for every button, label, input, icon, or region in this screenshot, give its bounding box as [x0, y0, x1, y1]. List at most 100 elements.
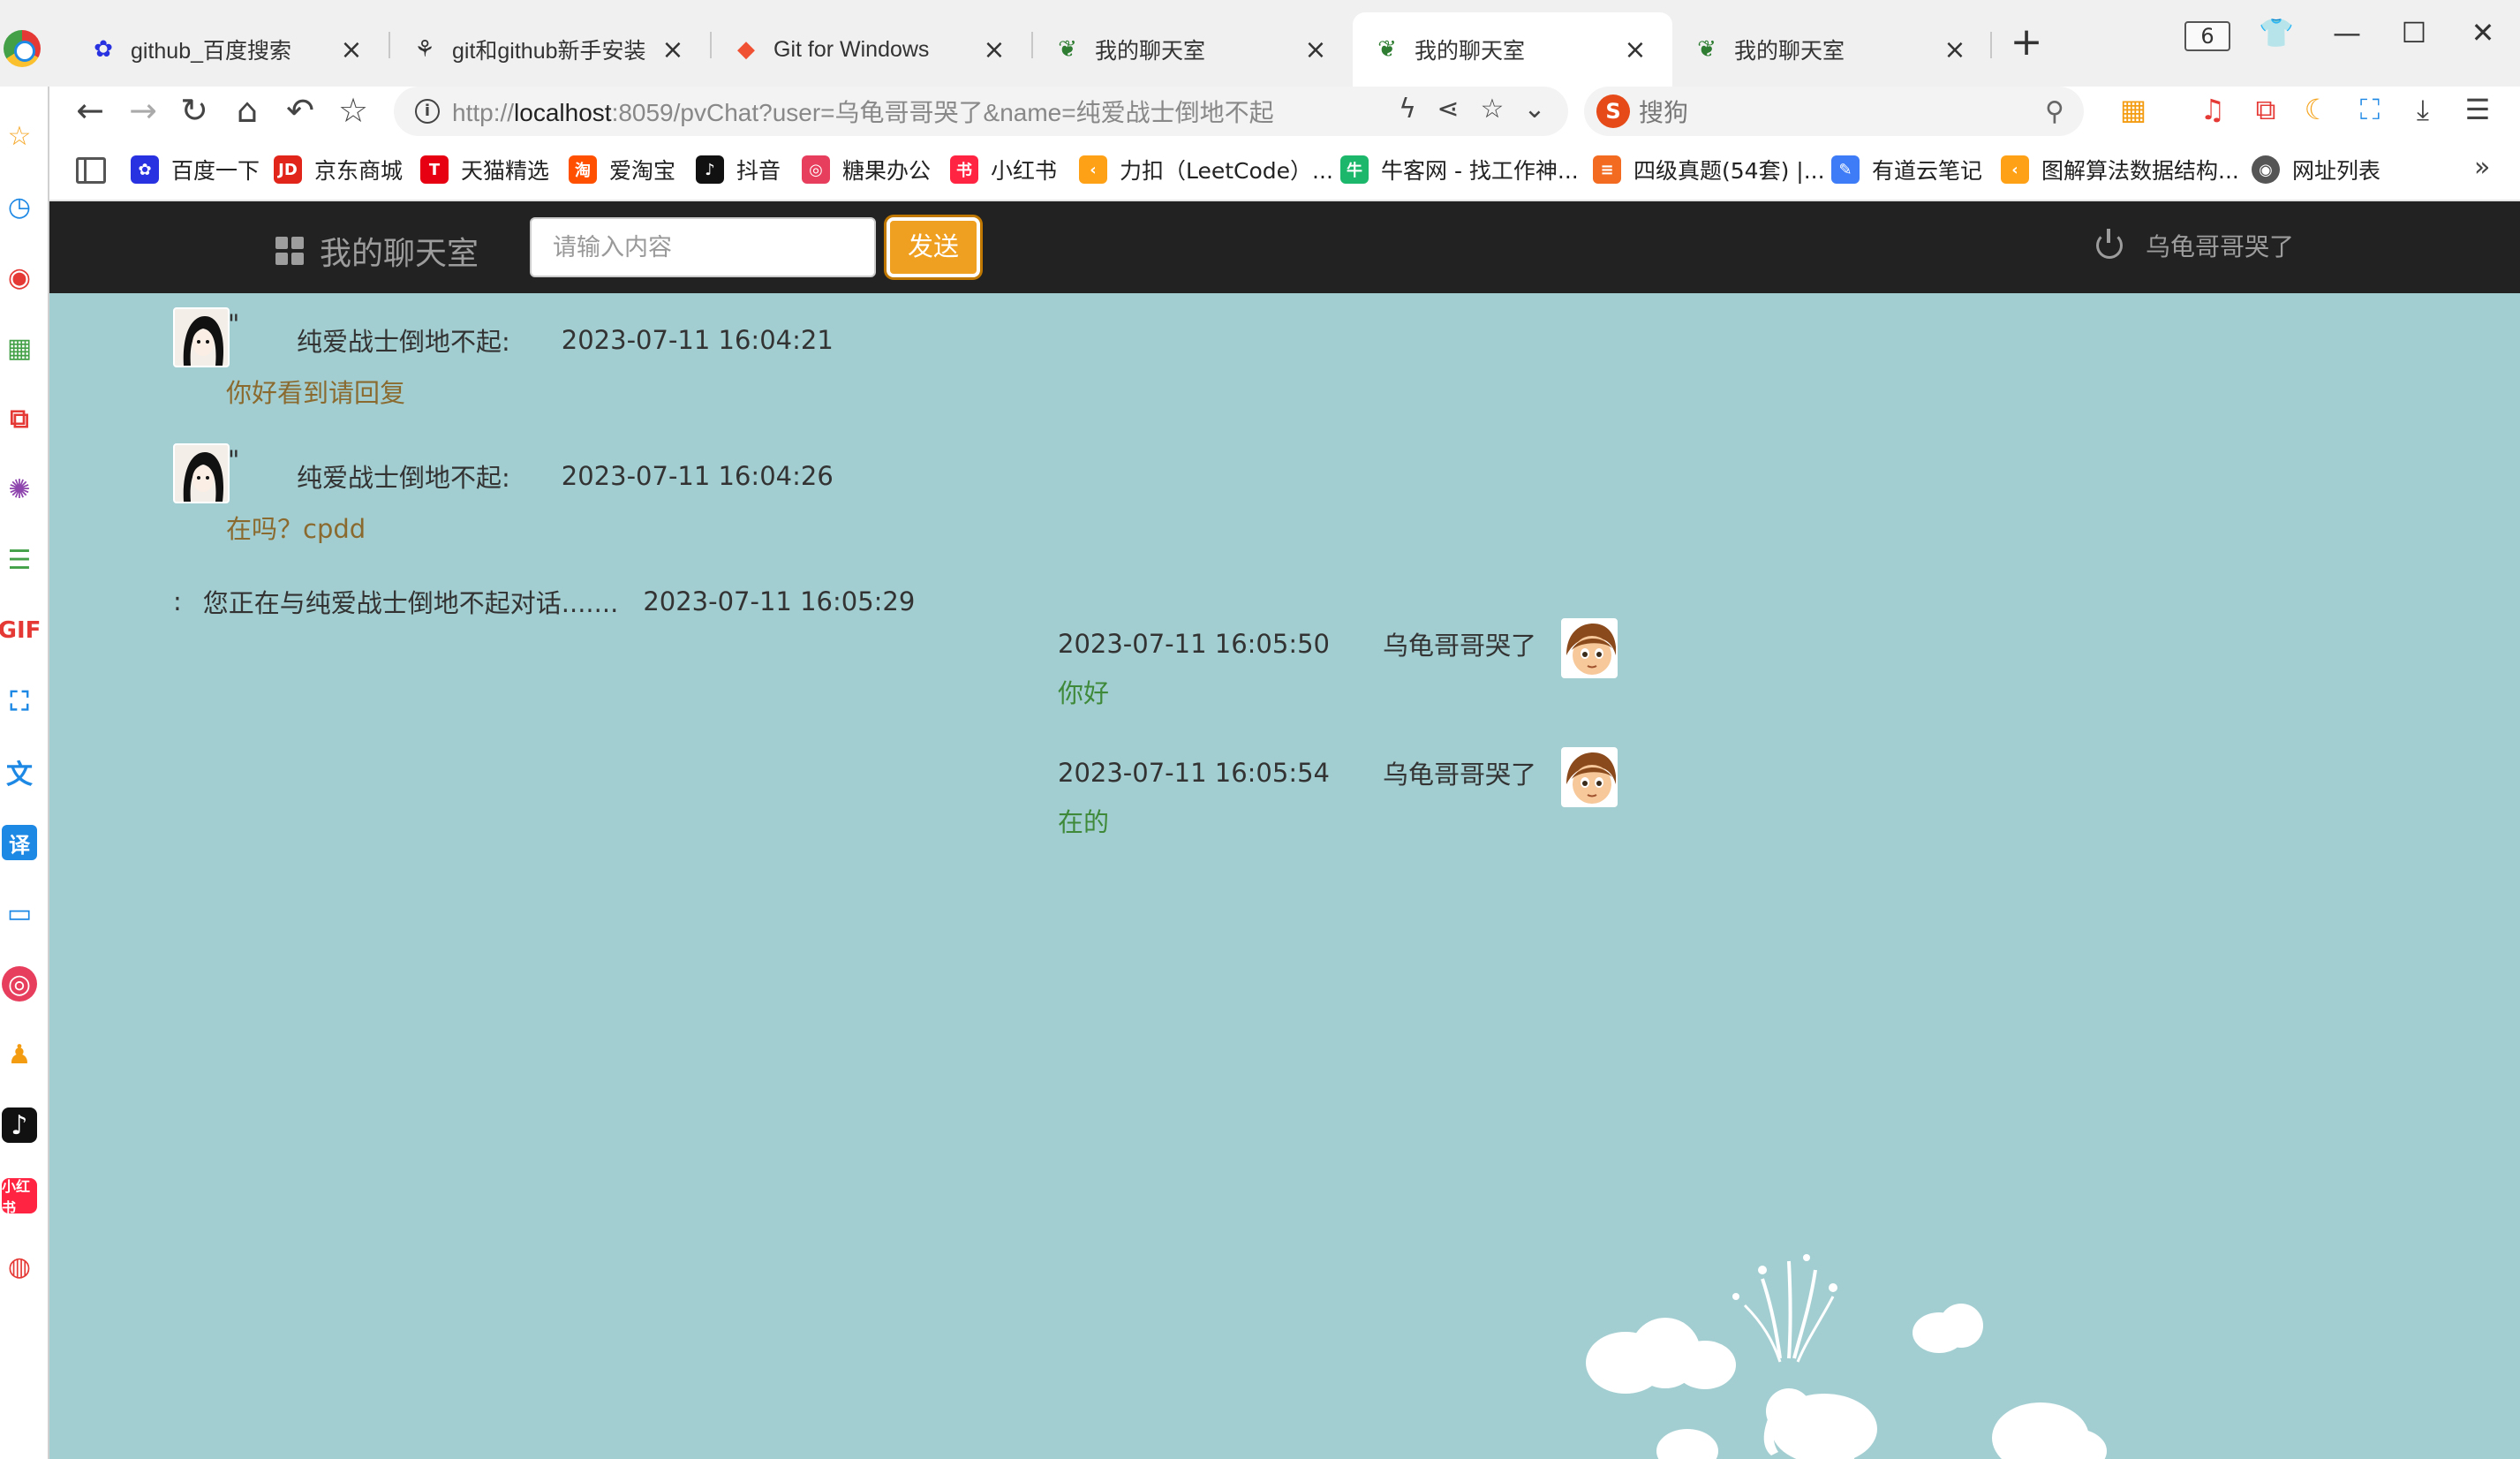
music-icon[interactable]: ♫ [2195, 92, 2230, 127]
monitor-icon[interactable]: ▭ [2, 896, 37, 931]
message-time: 2023-07-11 16:04:21 [561, 325, 834, 355]
douyin-icon[interactable]: ♪ [2, 1107, 37, 1143]
chevron-down-icon[interactable]: ⌄ [1519, 94, 1550, 125]
tab-github-baidu[interactable]: ✿ github_百度搜索 × [69, 12, 389, 87]
reload-button[interactable]: ↻ [175, 90, 214, 131]
skin-shirt-icon[interactable]: 👕 [2259, 16, 2294, 49]
forward-button[interactable]: → [124, 90, 162, 131]
youdao-note-icon: ✎ [1831, 155, 1860, 184]
bookmark-label: 糖果办公 [842, 158, 932, 184]
pdf-icon[interactable]: ⧉ [2, 401, 37, 436]
bookmark-tangguo[interactable]: ◎ 糖果办公 [802, 154, 931, 185]
xiaohongshu-icon[interactable]: 小红书 [2, 1178, 37, 1216]
message-header: " [228, 445, 239, 475]
close-window-button[interactable]: ✕ [2465, 16, 2501, 49]
share-icon[interactable]: ⋖ [1432, 94, 1464, 125]
bookmark-label: 小红书 [991, 158, 1058, 184]
close-icon[interactable]: × [1619, 34, 1651, 65]
send-button[interactable]: 发送 [887, 217, 980, 277]
crop-icon[interactable]: ⛶ [2, 684, 37, 719]
bug-icon[interactable]: ✺ [2, 472, 37, 507]
browser-logo-icon[interactable] [4, 30, 41, 67]
quote-mark: " [228, 309, 240, 339]
tab-chat-2-active[interactable]: ❦ 我的聊天室 × [1353, 12, 1672, 87]
pdf-icon[interactable]: ⧉ [2248, 92, 2283, 127]
current-user-name: 乌龟哥哥哭了 [2146, 232, 2295, 261]
sogou-logo-icon: S [1596, 94, 1630, 128]
bookmarks-bar: ✿ 百度一下 JD 京东商城 T 天猫精选 淘 爱淘宝 ♪ 抖音 ◎ 糖果办公 … [0, 141, 2520, 201]
bookmark-nowcoder[interactable]: 牛 牛客网 - 找工作神... [1340, 154, 1579, 185]
bookmark-baidu[interactable]: ✿ 百度一下 [131, 154, 260, 185]
bookmark-label: 四级真题(54套) |... [1633, 158, 1825, 184]
qrcode-icon[interactable]: ▦ [2, 330, 37, 366]
bookmark-leetcode[interactable]: ‹ 力扣（LeetCode）... [1079, 154, 1333, 185]
sidebar-toggle-icon[interactable] [76, 157, 106, 184]
crop-icon[interactable]: ⛶ [2352, 92, 2388, 127]
new-tab-button[interactable]: + [2009, 23, 2044, 62]
bookmark-youdao[interactable]: ✎ 有道云笔记 [1831, 154, 1982, 185]
game-icon[interactable]: ♟ [2, 1037, 37, 1072]
favorite-star-icon[interactable]: ☆ [1476, 94, 1508, 125]
url-path: :8059/pvChat?user=乌龟哥哥哭了&name=纯爱战士倒地不起 [611, 99, 1274, 126]
close-icon[interactable]: × [657, 34, 689, 65]
history-clock-icon[interactable]: ◷ [2, 189, 37, 224]
bookmark-cet4[interactable]: ≡ 四级真题(54套) |... [1593, 154, 1825, 185]
search-icon[interactable]: ⚲ [2045, 96, 2064, 127]
site-info-icon[interactable]: i [415, 99, 440, 124]
tab-git-for-windows[interactable]: ◆ Git for Windows × [712, 12, 1031, 87]
system-notice: : 您正在与纯爱战士倒地不起对话....... 2023-07-11 16:05… [173, 583, 915, 620]
url-text[interactable]: http://localhost:8059/pvChat?user=乌龟哥哥哭了… [452, 94, 1274, 129]
undo-close-button[interactable]: ↶ [281, 90, 320, 131]
bookmark-label: 抖音 [736, 158, 781, 184]
minimize-button[interactable]: — [2329, 16, 2365, 49]
download-icon[interactable]: ⤓ [2405, 92, 2441, 127]
tab-chat-1[interactable]: ❦ 我的聊天室 × [1033, 12, 1353, 87]
bookmark-url-list[interactable]: ◉ 网址列表 [2252, 154, 2380, 185]
power-icon [2096, 229, 2123, 259]
bookmark-tmall[interactable]: T 天猫精选 [420, 154, 549, 185]
close-icon[interactable]: × [336, 34, 367, 65]
notice-text: 您正在与纯爱战士倒地不起对话....... [202, 588, 619, 618]
document-icon: ≡ [1593, 155, 1621, 184]
translate-text-icon[interactable]: 文 [2, 754, 37, 790]
brand[interactable]: 我的聊天室 [275, 228, 479, 274]
tab-title: 我的聊天室 [1734, 39, 1845, 64]
home-button[interactable]: ⌂ [228, 90, 267, 131]
maximize-button[interactable]: ☐ [2396, 16, 2432, 49]
apps-grid-icon[interactable]: ▦ [2116, 92, 2151, 127]
bookmark-label: 爱淘宝 [609, 158, 676, 184]
bookmark-label: 京东商城 [314, 158, 404, 184]
quote-mark: " [228, 445, 240, 475]
gif-icon[interactable]: GIF [0, 613, 41, 648]
baidu-icon: ✿ [131, 155, 159, 184]
bookmark-aitaobao[interactable]: 淘 爱淘宝 [569, 154, 675, 185]
tab-chat-3[interactable]: ❦ 我的聊天室 × [1672, 12, 1992, 87]
bookmark-star-button[interactable]: ☆ [334, 90, 373, 131]
close-icon[interactable]: × [1300, 34, 1332, 65]
bookmark-label: 天猫精选 [461, 158, 550, 184]
logout-link[interactable]: 乌龟哥哥哭了 [2096, 228, 2294, 263]
lightning-icon[interactable]: ϟ [1392, 94, 1423, 125]
back-button[interactable]: ← [71, 90, 109, 131]
bookmarks-overflow-icon[interactable]: » [2474, 152, 2490, 183]
favorites-star-icon[interactable]: ☆ [2, 118, 37, 154]
notes-icon[interactable]: ☰ [2, 542, 37, 578]
menu-icon[interactable]: ☰ [2460, 92, 2495, 127]
close-icon[interactable]: × [978, 34, 1010, 65]
translate-icon[interactable]: 译 [2, 825, 37, 860]
record-icon[interactable]: ◉ [2, 260, 37, 295]
tab-git-github[interactable]: ⚘ git和github新手安装 × [390, 12, 710, 87]
close-icon[interactable]: × [1939, 34, 1971, 65]
night-mode-icon[interactable]: ☾ [2299, 92, 2335, 127]
tab-count-badge[interactable]: 6 [2184, 21, 2230, 51]
bookmark-douyin[interactable]: ♪ 抖音 [696, 154, 781, 185]
message-time: 2023-07-11 16:05:50 [1058, 629, 1330, 659]
bookmark-algorithm[interactable]: ‹ 图解算法数据结构... [2001, 154, 2239, 185]
message-input[interactable] [530, 217, 876, 277]
tangguo-icon[interactable]: ◎ [2, 966, 37, 1002]
bookmark-xiaohongshu[interactable]: 书 小红书 [950, 154, 1057, 185]
weibo-icon[interactable]: ◍ [2, 1249, 37, 1284]
bookmark-label: 力扣（LeetCode）... [1120, 158, 1333, 184]
search-box[interactable]: S 搜狗 ⚲ [1584, 87, 2084, 136]
bookmark-jd[interactable]: JD 京东商城 [274, 154, 403, 185]
